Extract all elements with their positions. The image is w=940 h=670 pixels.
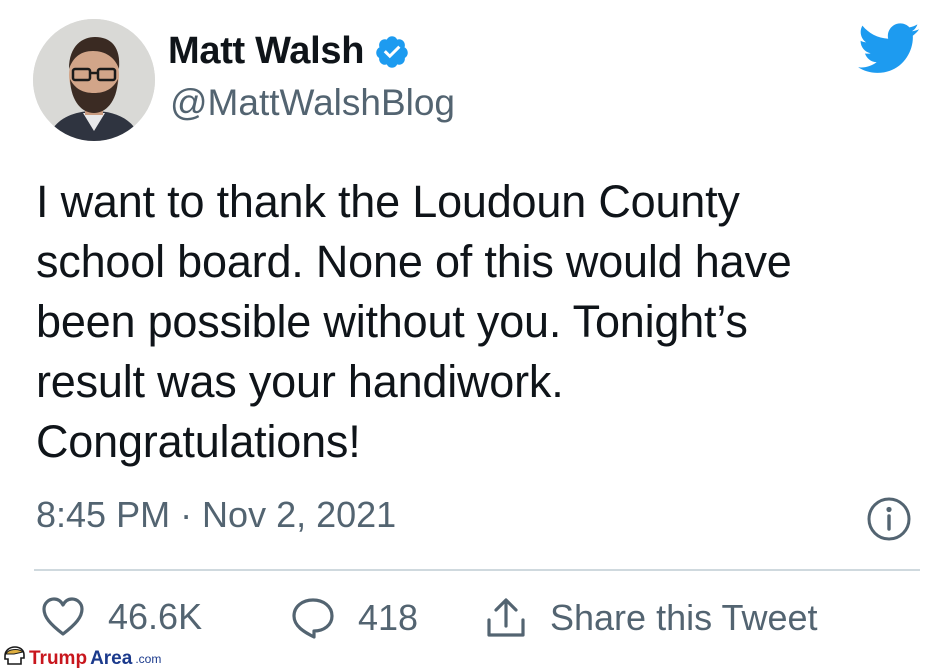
action-bar: 46.6K 418 Share this Tweet <box>0 596 940 652</box>
user-handle[interactable]: @MattWalshBlog <box>170 82 455 124</box>
avatar[interactable] <box>33 19 155 141</box>
tweet-text: I want to thank the Loudoun County schoo… <box>36 176 792 467</box>
display-name[interactable]: Matt Walsh <box>168 30 364 73</box>
watermark-logo-icon <box>2 646 26 670</box>
like-button[interactable]: 46.6K <box>40 596 202 638</box>
divider <box>34 569 920 571</box>
reply-button[interactable]: 418 <box>290 596 418 640</box>
reply-count: 418 <box>358 597 419 638</box>
tweet-timestamp[interactable]: 8:45 PM · Nov 2, 2021 <box>36 494 396 536</box>
watermark: Trump Area .com <box>2 646 161 670</box>
verified-badge-icon <box>374 34 410 70</box>
speech-bubble-icon <box>290 596 336 640</box>
twitter-bird-icon[interactable] <box>858 23 920 75</box>
info-icon[interactable] <box>866 496 912 542</box>
heart-icon <box>40 596 86 638</box>
like-count: 46.6K <box>108 596 203 637</box>
watermark-part1: Trump <box>29 648 88 669</box>
name-row: Matt Walsh <box>168 30 410 73</box>
share-label: Share this Tweet <box>550 597 818 638</box>
watermark-part2: Area <box>90 648 133 669</box>
tweet-card: Matt Walsh @MattWalshBlog I want to than… <box>0 0 940 670</box>
watermark-part3: .com <box>135 652 162 666</box>
share-button[interactable]: Share this Tweet <box>484 596 818 640</box>
share-upload-icon <box>484 596 528 640</box>
